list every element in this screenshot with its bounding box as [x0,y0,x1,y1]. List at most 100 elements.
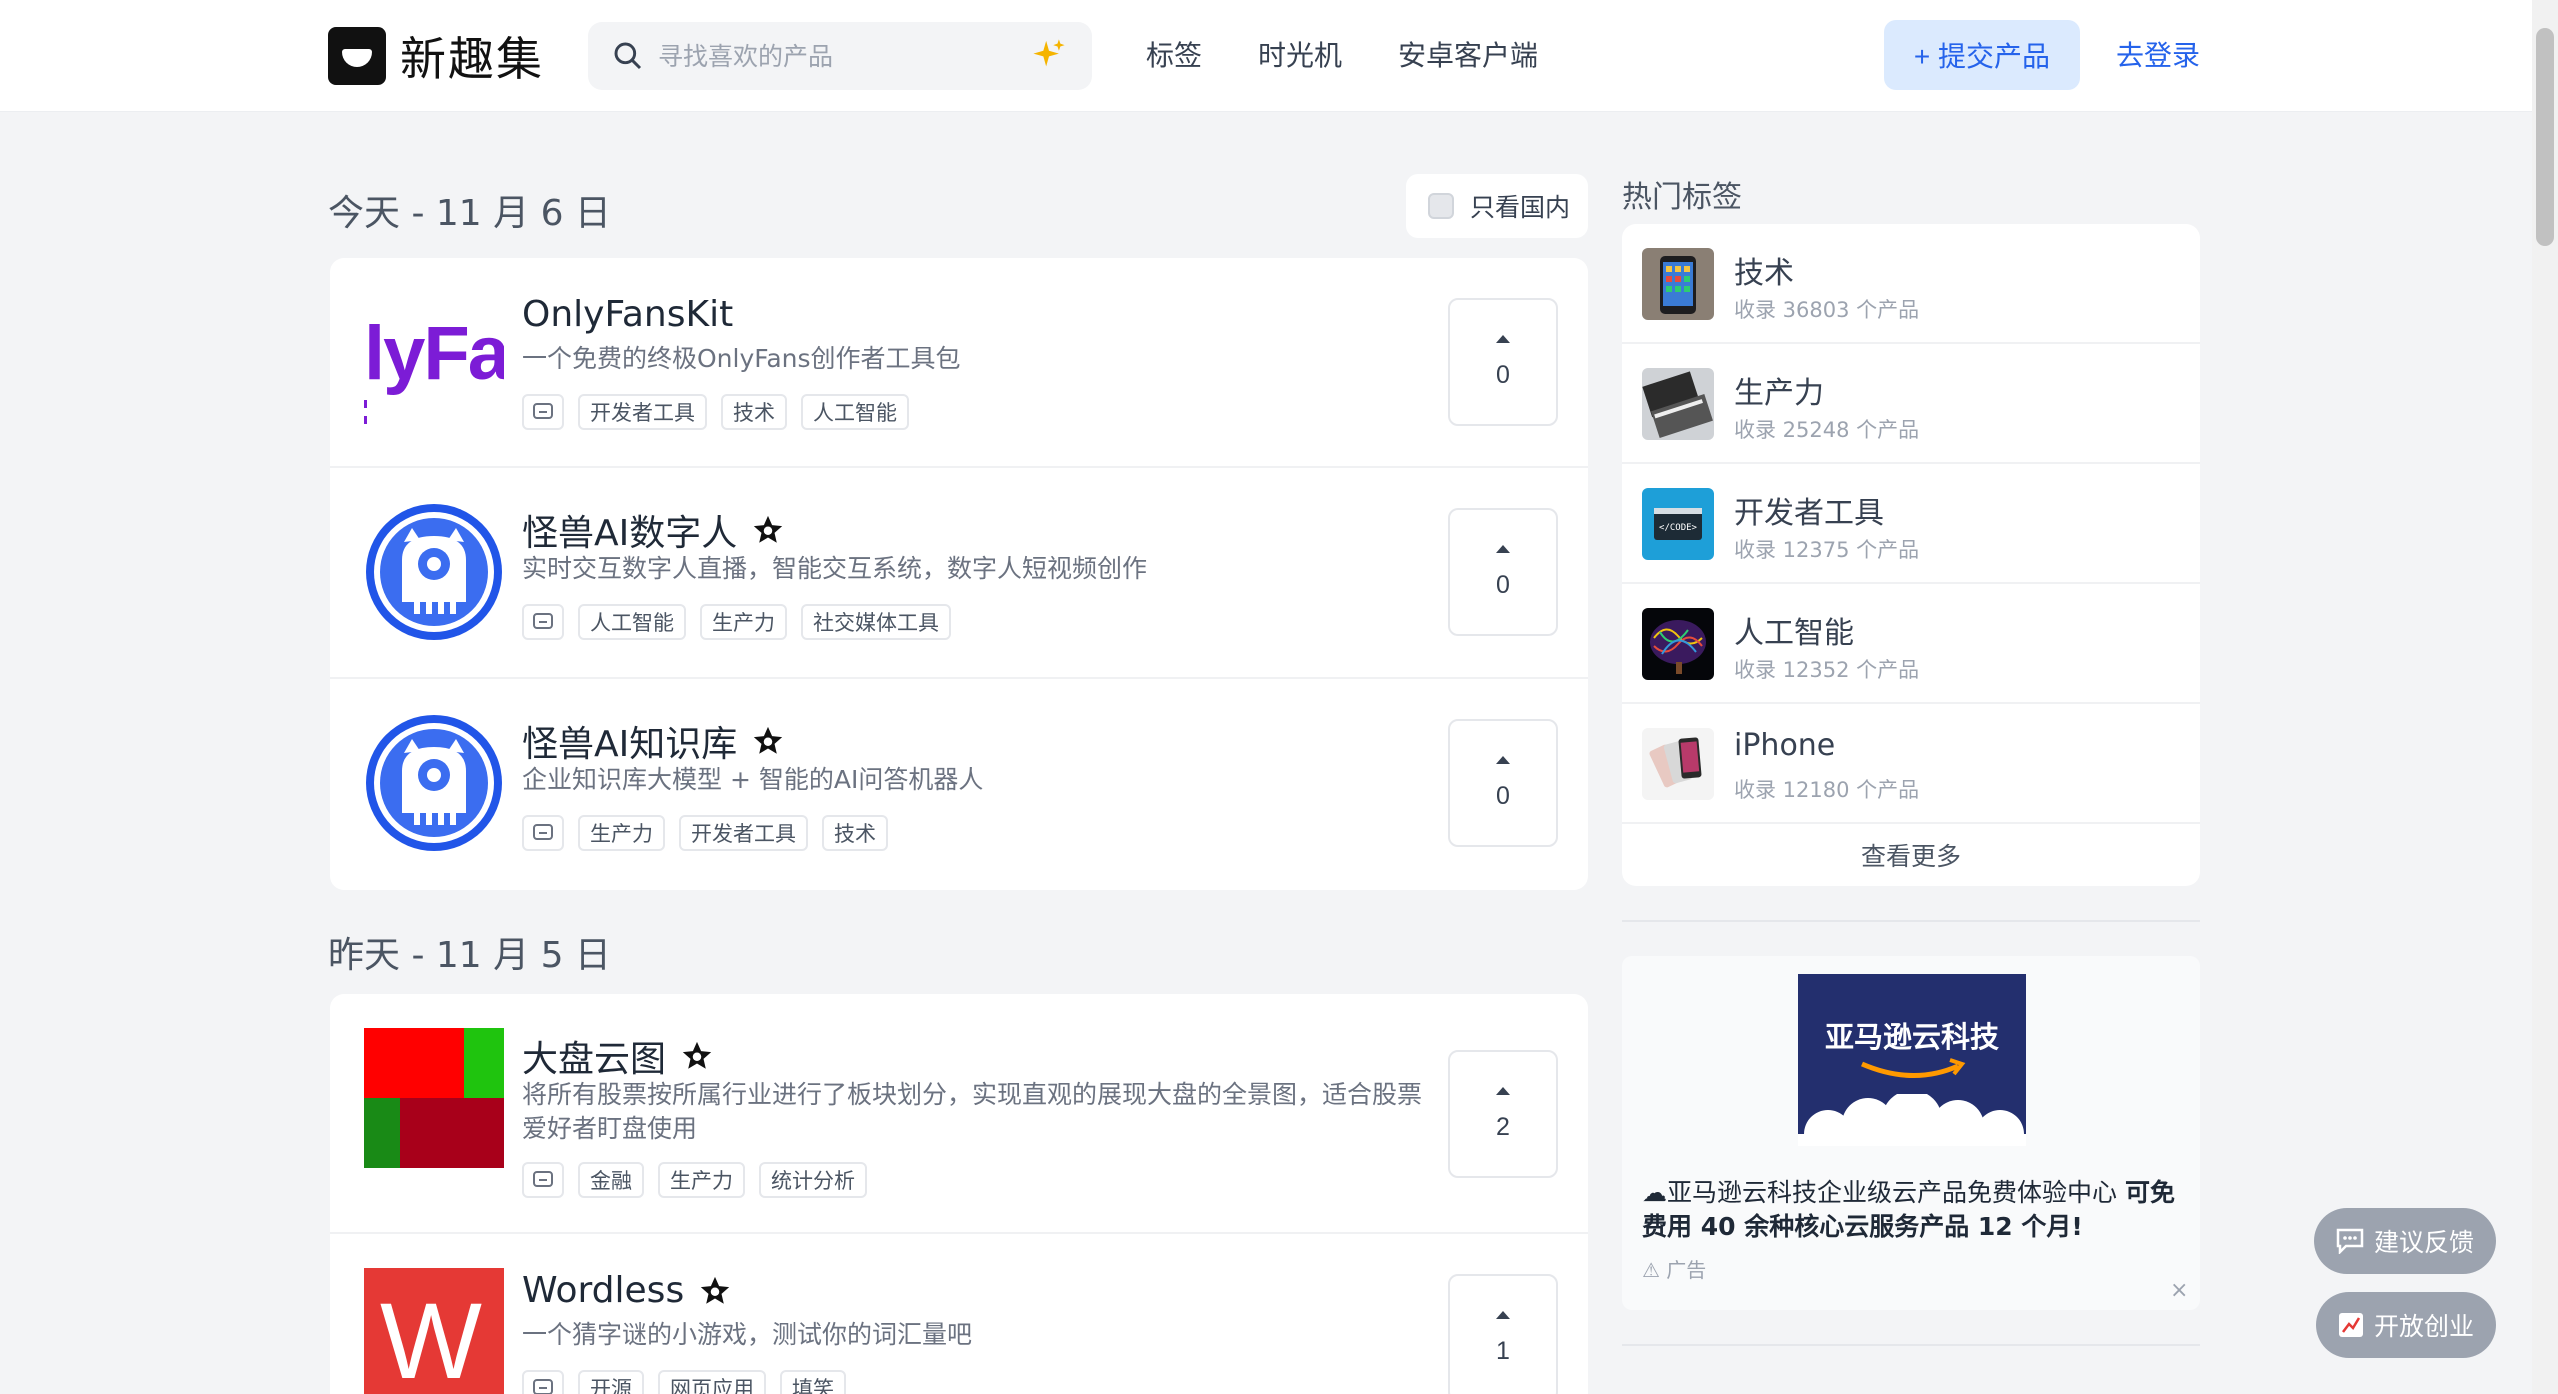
hot-tag-thumbnail [1642,368,1714,440]
comment-icon[interactable] [522,604,564,640]
upvote-button[interactable]: 0 [1448,719,1558,847]
tag-chip[interactable]: 开发者工具 [578,394,707,430]
product-desc: 实时交互数字人直播，智能交互系统，数字人短视频创作 [522,554,1148,583]
product-item[interactable]: 怪兽AI知识库 企业知识库大模型 + 智能的AI问答机器人 生产力 开发者工具 … [330,679,1588,890]
tag-chip[interactable]: 开源 [578,1370,644,1394]
hot-tag-thumbnail [1642,728,1714,800]
product-tags: 金融 生产力 统计分析 [522,1162,867,1198]
yesterday-date-title: 昨天 - 11 月 5 日 [328,935,611,976]
hot-tag-name[interactable]: 开发者工具 [1734,488,1884,532]
ad-text[interactable]: ☁亚马逊云科技企业级云产品免费体验中心 可免费用 40 余种核心云服务产品 12… [1642,1176,2182,1244]
comment-icon[interactable] [522,1370,564,1394]
product-thumbnail[interactable] [364,502,504,642]
product-thumbnail[interactable] [364,1028,504,1168]
product-thumbnail[interactable]: lyFa [364,292,504,432]
feedback-button[interactable]: 建议反馈 [2314,1208,2496,1274]
hot-tag-name[interactable]: 技术 [1734,248,1794,292]
comment-icon[interactable] [522,815,564,851]
product-name-text[interactable]: 怪兽AI数字人 [522,504,737,556]
hot-tag-item[interactable]: 技术 收录 36803 个产品 [1622,224,2200,344]
product-thumbnail[interactable]: W [364,1268,504,1394]
product-name[interactable]: 怪兽AI知识库 [522,715,785,767]
search-input[interactable] [658,36,998,76]
featured-star-icon [754,515,783,543]
product-tags: 开源 网页应用 填笑 [522,1370,846,1394]
product-name-text[interactable]: 怪兽AI知识库 [522,715,737,767]
view-more-tags-button[interactable]: 查看更多 [1622,824,2200,886]
product-name-text[interactable]: OnlyFansKit [522,294,733,335]
hot-tag-count: 收录 36803 个产品 [1734,298,1920,322]
nav-time-machine[interactable]: 时光机 [1258,34,1342,74]
tag-chip[interactable]: 人工智能 [801,394,909,430]
hot-tag-name[interactable]: 人工智能 [1734,608,1854,652]
nav-tags[interactable]: 标签 [1146,34,1202,74]
vote-count: 1 [1496,1336,1510,1365]
hot-tag-thumbnail [1642,608,1714,680]
tag-chip[interactable]: 金融 [578,1162,644,1198]
upvote-button[interactable]: 0 [1448,298,1558,426]
tag-chip[interactable]: 技术 [721,394,787,430]
product-name-text[interactable]: 大盘云图 [522,1030,666,1082]
page-scrollbar[interactable] [2532,0,2558,1394]
ad-banner-image[interactable]: 亚马逊云科技 [1798,974,2026,1146]
svg-text:</CODE>: </CODE> [1659,523,1698,533]
login-link[interactable]: 去登录 [2116,34,2200,74]
tag-chip[interactable]: 生产力 [578,815,665,851]
ad-card[interactable]: 亚马逊云科技 ☁亚马逊云科技企业级云产品免费体验中心 可免费用 40 余种核心云… [1622,956,2200,1310]
ad-label-text: 广告 [1666,1258,1707,1282]
vote-count: 0 [1496,360,1510,389]
scroll-thumb[interactable] [2536,28,2554,246]
tag-chip[interactable]: 人工智能 [578,604,686,640]
featured-star-icon [754,726,783,754]
hot-tag-item[interactable]: 人工智能 收录 12352 个产品 [1622,584,2200,704]
logo-text: 新趣集 [400,32,544,86]
hot-tag-name[interactable]: iPhone [1734,728,1835,763]
product-item[interactable]: 怪兽AI数字人 实时交互数字人直播，智能交互系统，数字人短视频创作 人工智能 生… [330,468,1588,679]
top-header: 新趣集 标签 时光机 安卓客户端 + 提交产品 去登录 [0,0,2532,112]
tag-chip[interactable]: 开发者工具 [679,815,808,851]
tag-chip[interactable]: 生产力 [700,604,787,640]
hot-tag-item[interactable]: 生产力 收录 25248 个产品 [1622,344,2200,464]
open-startup-button[interactable]: 开放创业 [2316,1292,2496,1358]
product-item[interactable]: W Wordless 一个猜字谜的小游戏，测试你的词汇量吧 开源 网页应用 填笑… [330,1234,1588,1394]
hot-tag-item[interactable]: iPhone 收录 12180 个产品 [1622,704,2200,824]
featured-star-icon [701,1276,730,1304]
market-heatmap-thumbnail [364,1028,504,1168]
tag-chip[interactable]: 填笑 [780,1370,846,1394]
hot-tags-title: 热门标签 [1622,180,1742,215]
submit-product-button[interactable]: + 提交产品 [1884,20,2080,90]
domestic-only-toggle[interactable]: 只看国内 [1406,174,1588,238]
product-name[interactable]: 大盘云图 [522,1030,714,1082]
upvote-button[interactable]: 2 [1448,1050,1558,1178]
upvote-button[interactable]: 0 [1448,508,1558,636]
product-name[interactable]: Wordless [522,1270,732,1311]
site-logo[interactable]: 新趣集 [328,26,544,86]
ad-close-icon[interactable]: × [2170,1278,2188,1303]
product-name[interactable]: OnlyFansKit [522,294,733,335]
product-desc: 企业知识库大模型 + 智能的AI问答机器人 [522,765,984,794]
product-desc: 一个猜字谜的小游戏，测试你的词汇量吧 [522,1320,973,1349]
product-item[interactable]: lyFa OnlyFansKit 一个免费的终极OnlyFans创作者工具包 开… [330,258,1588,468]
product-name-text[interactable]: Wordless [522,1270,684,1311]
ad-label: ⚠ 广告 [1642,1254,1706,1283]
tag-chip[interactable]: 社交媒体工具 [801,604,951,640]
product-item[interactable]: 大盘云图 将所有股票按所属行业进行了板块划分，实现直观的展现大盘的全景图，适合股… [330,994,1588,1234]
nav-android-client[interactable]: 安卓客户端 [1398,34,1538,74]
tag-chip[interactable]: 技术 [822,815,888,851]
comment-icon[interactable] [522,1162,564,1198]
tag-chip[interactable]: 统计分析 [759,1162,867,1198]
open-startup-label: 开放创业 [2373,1313,2474,1341]
sparkle-icon[interactable] [1032,38,1066,72]
monster-logo-icon [366,715,502,851]
chat-bubble-icon [2336,1228,2364,1254]
domestic-checkbox[interactable] [1428,193,1454,219]
comment-icon[interactable] [522,394,564,430]
hot-tag-item[interactable]: </CODE> 开发者工具 收录 12375 个产品 [1622,464,2200,584]
product-thumbnail[interactable] [364,713,504,853]
tag-chip[interactable]: 网页应用 [658,1370,766,1394]
hot-tag-name[interactable]: 生产力 [1734,368,1824,412]
product-name[interactable]: 怪兽AI数字人 [522,504,785,556]
upvote-button[interactable]: 1 [1448,1274,1558,1394]
ad-banner-text: 亚马逊云科技 [1824,1020,1999,1054]
tag-chip[interactable]: 生产力 [658,1162,745,1198]
